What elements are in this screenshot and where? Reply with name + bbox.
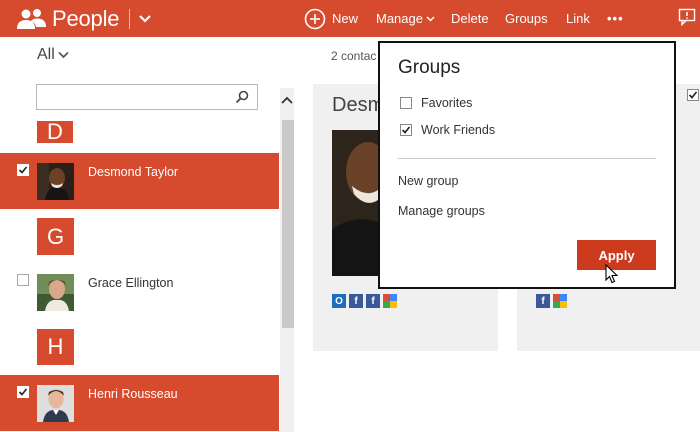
search-box: [36, 84, 258, 110]
top-bar: People New Manage Delete Groups Link •••: [0, 0, 700, 37]
letter-tile-d[interactable]: D: [37, 119, 73, 144]
brand: People: [16, 0, 152, 37]
plus-circle-icon: [304, 8, 326, 29]
manage-button[interactable]: Manage: [376, 0, 435, 37]
checkbox-checked[interactable]: [17, 386, 29, 398]
contact-name: Desmond Taylor: [88, 165, 179, 179]
popup-title: Groups: [398, 57, 461, 78]
new-button[interactable]: New: [304, 0, 358, 37]
brand-divider: [129, 8, 131, 29]
filter-dropdown[interactable]: All: [37, 46, 69, 64]
google-icon[interactable]: [383, 294, 397, 308]
delete-label: Delete: [451, 11, 489, 26]
checkbox-unchecked[interactable]: [17, 274, 29, 286]
contact-photo: [332, 130, 378, 276]
chevron-down-icon[interactable]: [138, 14, 152, 24]
chevron-down-icon: [426, 15, 435, 22]
checkbox-checked[interactable]: [17, 164, 29, 176]
delete-button[interactable]: Delete: [451, 0, 489, 37]
group-option-work-friends[interactable]: Work Friends: [400, 123, 495, 137]
popup-divider: [398, 158, 656, 159]
service-icons: O f f: [332, 294, 397, 308]
checkbox-checked[interactable]: [687, 89, 699, 101]
people-app: People New Manage Delete Groups Link •••…: [0, 0, 700, 432]
selected-count: 2 contac: [331, 49, 377, 63]
checkmark-icon: [401, 126, 411, 134]
facebook-icon[interactable]: f: [366, 294, 380, 308]
groups-popup: Groups Favorites Work Friends New group …: [378, 41, 676, 289]
facebook-icon[interactable]: f: [536, 294, 550, 308]
manage-groups-link[interactable]: Manage groups: [398, 204, 485, 218]
search-icon[interactable]: [235, 90, 249, 104]
groups-button[interactable]: Groups: [505, 0, 548, 37]
contact-row[interactable]: Desmond Taylor: [0, 153, 279, 209]
search-input[interactable]: [37, 85, 227, 109]
notification-icon[interactable]: [678, 8, 696, 26]
link-button[interactable]: Link: [566, 0, 590, 37]
facebook-icon[interactable]: f: [349, 294, 363, 308]
new-label: New: [332, 11, 359, 26]
contact-name: Henri Rousseau: [88, 387, 178, 401]
contact-name: Grace Ellington: [88, 276, 174, 290]
letter-tile-g[interactable]: G: [37, 218, 74, 255]
manage-label: Manage: [376, 11, 423, 26]
checkbox-unchecked[interactable]: [400, 97, 412, 109]
service-icons: f: [536, 294, 567, 308]
scroll-up-icon[interactable]: [280, 94, 294, 106]
group-option-label: Work Friends: [421, 123, 496, 137]
checkbox-checked[interactable]: [400, 124, 412, 136]
app-title: People: [52, 5, 120, 31]
outlook-icon[interactable]: O: [332, 294, 346, 308]
card-name: Desm: [332, 94, 385, 116]
link-label: Link: [566, 11, 590, 26]
more-label: •••: [607, 11, 624, 26]
new-group-link[interactable]: New group: [398, 174, 458, 188]
people-icon: [17, 8, 46, 29]
mouse-cursor-icon: [605, 264, 619, 284]
contact-row[interactable]: Grace Ellington: [0, 264, 279, 320]
avatar: [37, 163, 74, 200]
letter-tile-h[interactable]: H: [37, 329, 74, 365]
scroll-thumb[interactable]: [282, 120, 294, 328]
chevron-down-icon: [58, 51, 69, 59]
contact-row[interactable]: Henri Rousseau: [0, 375, 279, 431]
contacts-scrollbar[interactable]: [280, 88, 294, 432]
group-option-favorites[interactable]: Favorites: [400, 96, 472, 110]
more-button[interactable]: •••: [607, 0, 624, 37]
avatar: [37, 385, 74, 422]
filter-label: All: [37, 46, 55, 63]
google-icon[interactable]: [553, 294, 567, 308]
groups-label: Groups: [505, 11, 548, 26]
group-option-label: Favorites: [421, 96, 473, 110]
avatar: [37, 274, 74, 311]
